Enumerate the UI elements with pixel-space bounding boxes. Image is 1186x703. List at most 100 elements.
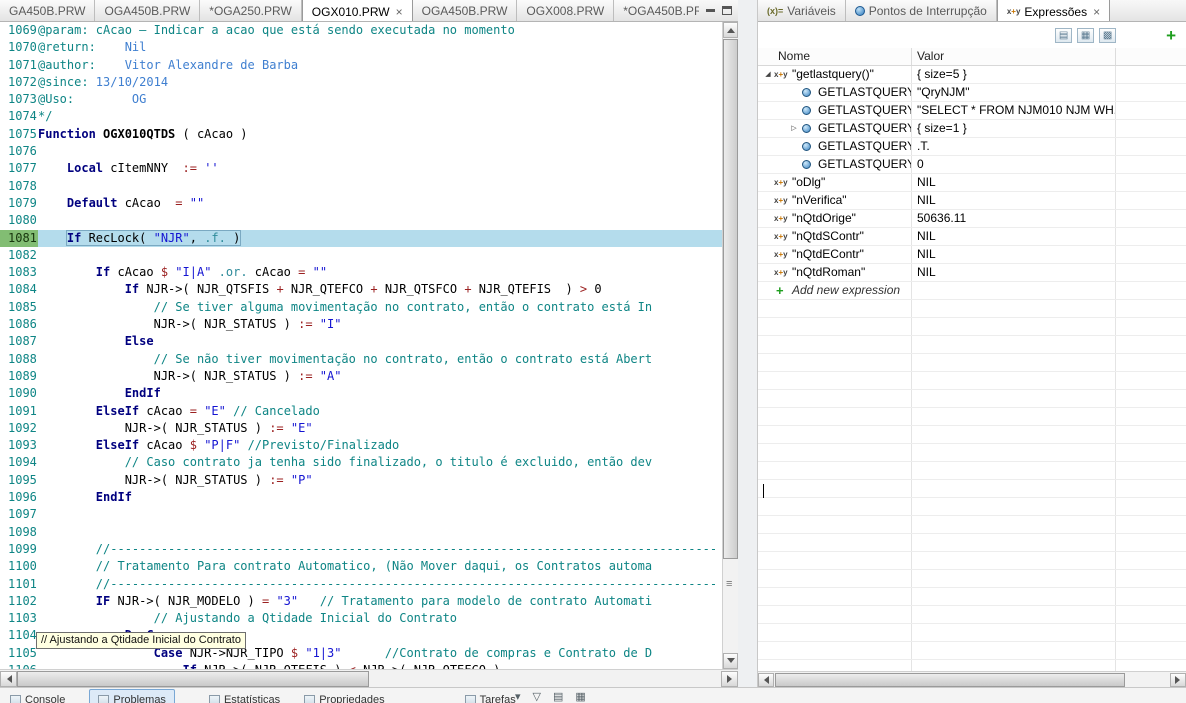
line-number[interactable]: 1093: [0, 437, 38, 454]
line-number[interactable]: 1075: [0, 126, 38, 143]
line-number[interactable]: 1099: [0, 541, 38, 558]
add-expression-icon[interactable]: +: [774, 282, 792, 299]
line-number[interactable]: 1089: [0, 368, 38, 385]
line-number[interactable]: 1069: [0, 22, 38, 39]
panel-tab[interactable]: Pontos de Interrupção: [846, 0, 997, 21]
close-tab-icon[interactable]: ×: [396, 5, 403, 19]
line-number[interactable]: 1102: [0, 593, 38, 610]
panel-tab[interactable]: x+yExpressões×: [997, 0, 1110, 21]
code-line[interactable]: 1098: [0, 524, 722, 541]
code-line[interactable]: 1080: [0, 212, 722, 229]
scroll-right-icon[interactable]: [1170, 673, 1186, 687]
code-line[interactable]: 1097: [0, 506, 722, 523]
table-row[interactable]: x+y"nVerifica"NIL: [758, 192, 1186, 210]
collapse-all-icon[interactable]: ▩: [1099, 28, 1116, 43]
table-row[interactable]: ◢x+y"getlastquery()"{ size=5 }: [758, 66, 1186, 84]
bottom-tab[interactable]: Estatísticas: [201, 689, 288, 703]
scroll-right-icon[interactable]: [721, 671, 738, 687]
table-row[interactable]: x+y"nQtdSContr"NIL: [758, 228, 1186, 246]
line-number[interactable]: 1071: [0, 57, 38, 74]
table-row[interactable]: x+y"nQtdRoman"NIL: [758, 264, 1186, 282]
code-line[interactable]: 1086 NJR->( NJR_STATUS ) := "I": [0, 316, 722, 333]
line-number[interactable]: 1098: [0, 524, 38, 541]
vertical-scrollbar-thumb[interactable]: [723, 39, 738, 559]
editor-tab[interactable]: OGA450B.PRW: [413, 0, 518, 21]
code-line[interactable]: 1078: [0, 178, 722, 195]
code-line[interactable]: 1095 NJR->( NJR_STATUS ) := "P": [0, 472, 722, 489]
code-line[interactable]: 1106 If NJR->( NJR_QTEFIS ) < NJR->( NJR…: [0, 662, 722, 669]
line-number[interactable]: 1086: [0, 316, 38, 333]
line-number[interactable]: 1105: [0, 645, 38, 662]
line-number[interactable]: 1077: [0, 160, 38, 177]
line-number[interactable]: 1078: [0, 178, 38, 195]
code-line[interactable]: 1088 // Se não tiver movimentação no con…: [0, 351, 722, 368]
code-line[interactable]: 1085 // Se tiver alguma movimentação no …: [0, 299, 722, 316]
table-row[interactable]: ▷GETLASTQUERY({ size=1 }: [758, 120, 1186, 138]
bottom-tab[interactable]: Console: [2, 689, 73, 703]
horizontal-scrollbar-thumb[interactable]: [17, 671, 369, 687]
line-number[interactable]: 1087: [0, 333, 38, 350]
code-line[interactable]: 1090 EndIf: [0, 385, 722, 402]
show-type-names-icon[interactable]: ▦: [1077, 28, 1094, 43]
layout-icon[interactable]: ▦: [575, 690, 585, 703]
line-number[interactable]: 1085: [0, 299, 38, 316]
editor-horizontal-scrollbar[interactable]: [0, 669, 738, 687]
table-row[interactable]: GETLASTQUERY(0: [758, 156, 1186, 174]
code-line[interactable]: 1083 If cAcao $ "I|A" .or. cAcao = "": [0, 264, 722, 281]
line-number[interactable]: 1103: [0, 610, 38, 627]
show-columns-icon[interactable]: ▤: [1055, 28, 1072, 43]
line-number[interactable]: 1104: [0, 627, 38, 644]
table-row[interactable]: GETLASTQUERY("QryNJM": [758, 84, 1186, 102]
line-number[interactable]: 1084: [0, 281, 38, 298]
table-row[interactable]: GETLASTQUERY("SELECT * FROM NJM010 NJM W…: [758, 102, 1186, 120]
code-line[interactable]: 1082: [0, 247, 722, 264]
code-line[interactable]: 1099 //---------------------------------…: [0, 541, 722, 558]
code-line[interactable]: 1077 Local cItemNNY := '': [0, 160, 722, 177]
bottom-tab[interactable]: Propriedades: [296, 689, 392, 703]
line-number[interactable]: 1097: [0, 506, 38, 523]
minimize-icon[interactable]: [706, 9, 715, 12]
table-row[interactable]: x+y"nQtdOrige"50636.11: [758, 210, 1186, 228]
line-number[interactable]: 1074: [0, 108, 38, 125]
view-menu-icon[interactable]: ▾: [515, 690, 521, 703]
line-number[interactable]: 1076: [0, 143, 38, 160]
code-line[interactable]: 1074*/: [0, 108, 722, 125]
code-line[interactable]: 1087 Else: [0, 333, 722, 350]
code-line[interactable]: 1075Function OGX010QTDS ( cAcao ): [0, 126, 722, 143]
code-line[interactable]: 1069@param: cAcao – Indicar a acao que e…: [0, 22, 722, 39]
scroll-down-icon[interactable]: [723, 653, 738, 669]
filter-icon[interactable]: ▽: [533, 690, 541, 703]
editor-tab[interactable]: GA450B.PRW: [0, 0, 95, 21]
column-header-valor[interactable]: Valor: [912, 48, 1116, 65]
panel-horizontal-scrollbar[interactable]: [758, 671, 1186, 687]
line-number[interactable]: 1083: [0, 264, 38, 281]
vertical-scrollbar[interactable]: ≡: [722, 22, 738, 669]
line-number[interactable]: 1081: [0, 230, 38, 247]
code-line[interactable]: 1093 ElseIf cAcao $ "P|F" //Previsto/Fin…: [0, 437, 722, 454]
maximize-icon[interactable]: [722, 6, 732, 15]
code-line[interactable]: 1071@author: Vitor Alexandre de Barba: [0, 57, 722, 74]
line-number[interactable]: 1088: [0, 351, 38, 368]
code-line[interactable]: 1103 // Ajustando a Qtidade Inicial do C…: [0, 610, 722, 627]
scroll-up-icon[interactable]: [723, 22, 738, 38]
line-number[interactable]: 1091: [0, 403, 38, 420]
line-number[interactable]: 1096: [0, 489, 38, 506]
code-line[interactable]: 1100 // Tratamento Para contrato Automat…: [0, 558, 722, 575]
code-line[interactable]: 1094 // Caso contrato ja tenha sido fina…: [0, 454, 722, 471]
line-number[interactable]: 1082: [0, 247, 38, 264]
expander-collapsed-icon[interactable]: ▷: [788, 120, 800, 137]
table-row[interactable]: x+y"oDlg"NIL: [758, 174, 1186, 192]
scroll-left-icon[interactable]: [0, 671, 17, 687]
line-number[interactable]: 1080: [0, 212, 38, 229]
table-row[interactable]: +Add new expression: [758, 282, 1186, 300]
code-line[interactable]: 1096 EndIf: [0, 489, 722, 506]
line-number[interactable]: 1106: [0, 662, 38, 669]
line-number[interactable]: 1101: [0, 576, 38, 593]
bottom-tab[interactable]: Problemas: [89, 689, 175, 703]
line-number[interactable]: 1095: [0, 472, 38, 489]
pane-divider[interactable]: [738, 0, 757, 687]
horizontal-scrollbar-thumb[interactable]: [775, 673, 1125, 687]
panel-tab[interactable]: (x)=Variáveis: [758, 0, 846, 21]
code-line[interactable]: 1102 IF NJR->( NJR_MODELO ) = "3" // Tra…: [0, 593, 722, 610]
editor-tab[interactable]: OGX008.PRW: [517, 0, 614, 21]
